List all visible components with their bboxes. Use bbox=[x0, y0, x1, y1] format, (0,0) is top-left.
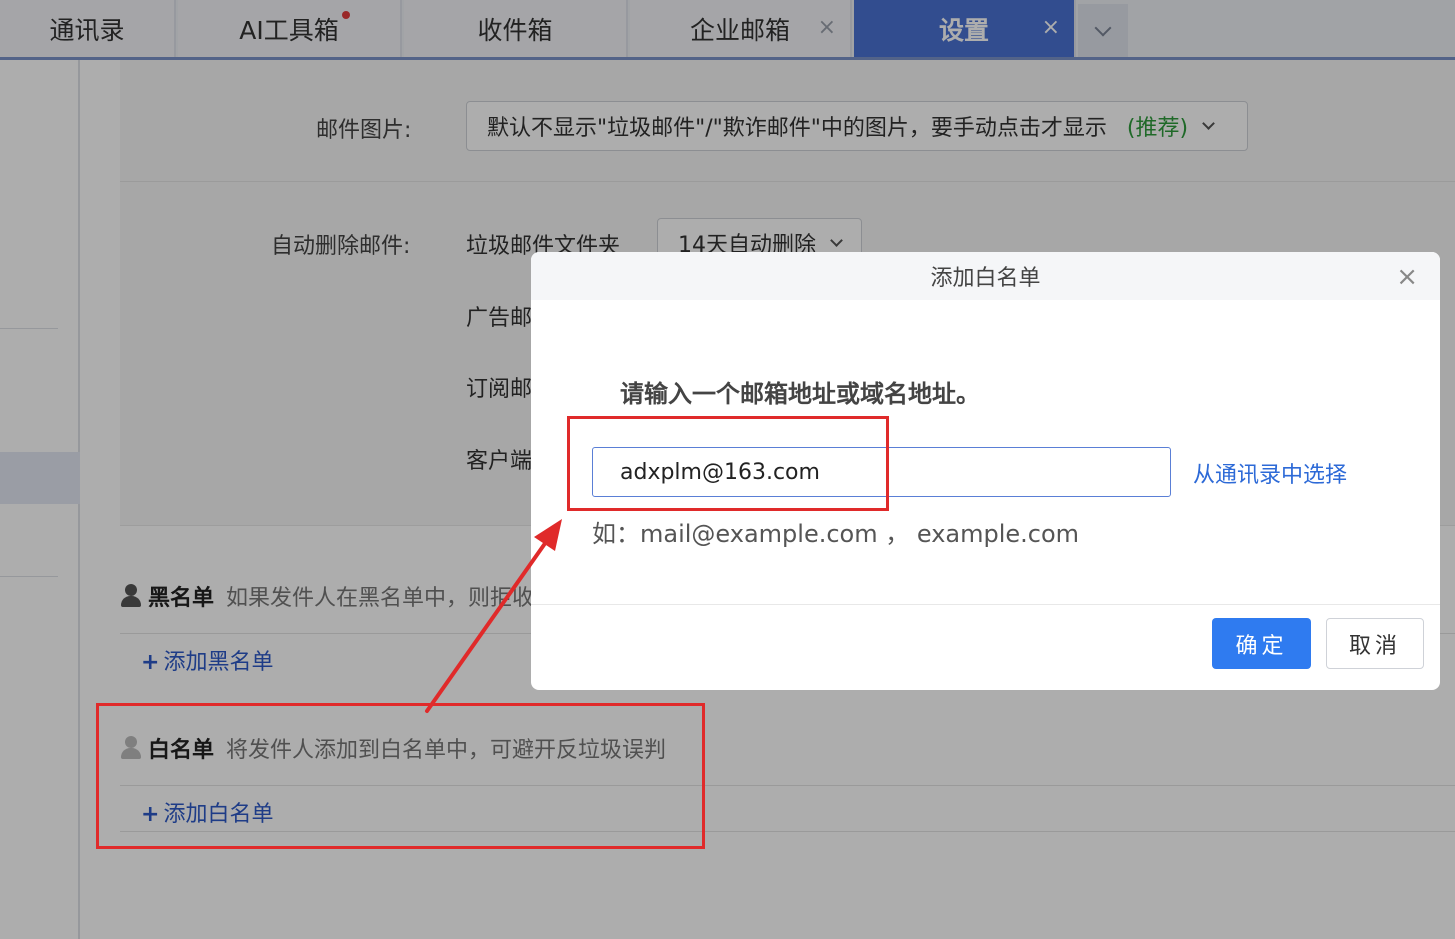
annotation-arrow bbox=[425, 519, 562, 713]
